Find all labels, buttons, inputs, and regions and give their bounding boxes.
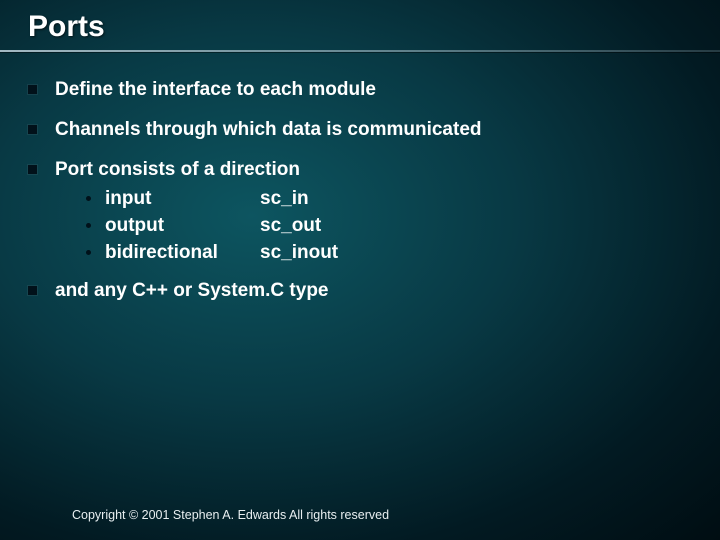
dot-bullet-icon [86, 250, 91, 255]
sub-item-left: output [105, 214, 260, 238]
bullet-item: Define the interface to each module [28, 78, 720, 102]
bullet-text: Define the interface to each module [55, 78, 376, 102]
square-bullet-icon [28, 165, 37, 174]
square-bullet-icon [28, 85, 37, 94]
sub-item-right: sc_inout [260, 241, 338, 265]
slide-content: Define the interface to each module Chan… [0, 52, 720, 302]
copyright-footer: Copyright © 2001 Stephen A. Edwards All … [72, 508, 389, 522]
bullet-text: Port consists of a direction [55, 158, 300, 182]
sub-item: output sc_out [86, 214, 720, 238]
bullet-text: Channels through which data is communica… [55, 118, 482, 142]
slide-title: Ports [0, 0, 720, 44]
sub-item-left: bidirectional [105, 241, 260, 265]
sub-item: input sc_in [86, 187, 720, 211]
dot-bullet-icon [86, 196, 91, 201]
sub-item: bidirectional sc_inout [86, 241, 720, 265]
sub-list: input sc_in output sc_out bidirectional … [86, 187, 720, 264]
sub-item-right: sc_in [260, 187, 309, 211]
square-bullet-icon [28, 125, 37, 134]
square-bullet-icon [28, 286, 37, 295]
sub-item-right: sc_out [260, 214, 321, 238]
sub-item-left: input [105, 187, 260, 211]
bullet-item: Channels through which data is communica… [28, 118, 720, 142]
bullet-text: and any C++ or System.C type [55, 279, 329, 303]
bullet-item: Port consists of a direction [28, 158, 720, 182]
dot-bullet-icon [86, 223, 91, 228]
bullet-item: and any C++ or System.C type [28, 279, 720, 303]
